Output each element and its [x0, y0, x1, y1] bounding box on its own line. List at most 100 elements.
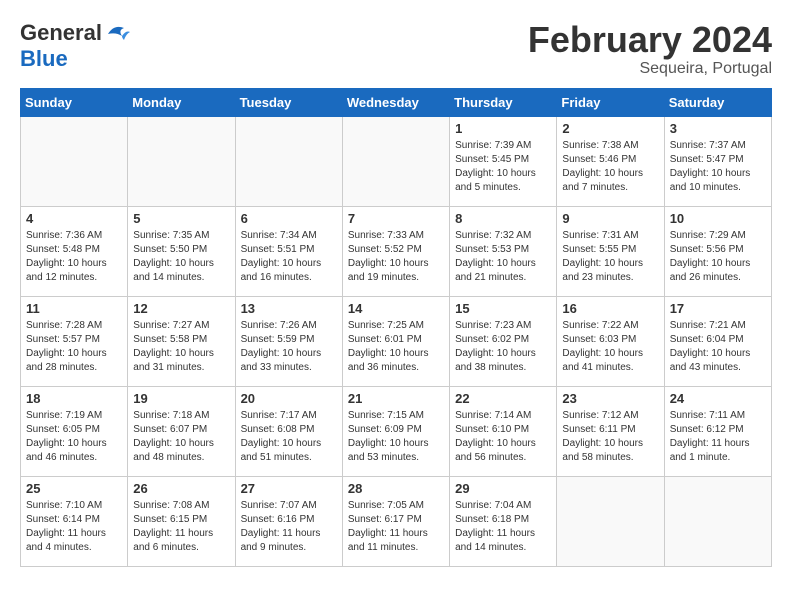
day-info: Sunrise: 7:19 AM Sunset: 6:05 PM Dayligh…: [26, 409, 122, 465]
day-number: 4: [26, 211, 122, 226]
day-number: 16: [562, 301, 658, 316]
day-info: Sunrise: 7:14 AM Sunset: 6:10 PM Dayligh…: [455, 409, 551, 465]
day-number: 21: [348, 391, 444, 406]
calendar-cell: 9 Sunrise: 7:31 AM Sunset: 5:55 PM Daylig…: [557, 206, 664, 296]
day-number: 18: [26, 391, 122, 406]
calendar-cell: 7 Sunrise: 7:33 AM Sunset: 5:52 PM Daylig…: [342, 206, 449, 296]
day-number: 14: [348, 301, 444, 316]
day-number: 29: [455, 481, 551, 496]
calendar-cell: [342, 116, 449, 206]
calendar-cell: 20Sunrise: 7:17 AM Sunset: 6:08 PM Dayli…: [235, 386, 342, 476]
day-number: 8: [455, 211, 551, 226]
calendar-cell: 28 Sunrise: 7:05 AM Sunset: 6:17 PM Dayli…: [342, 476, 449, 566]
calendar-cell: 18 Sunrise: 7:19 AM Sunset: 6:05 PM Dayli…: [21, 386, 128, 476]
calendar-cell: 26 Sunrise: 7:08 AM Sunset: 6:15 PM Dayli…: [128, 476, 235, 566]
day-info: Sunrise: 7:28 AM Sunset: 5:57 PM Dayligh…: [26, 319, 122, 375]
day-info: Sunrise: 7:08 AM Sunset: 6:15 PM Dayligh…: [133, 499, 229, 555]
day-number: 25: [26, 481, 122, 496]
calendar-week-row: 1Sunrise: 7:39 AM Sunset: 5:45 PM Daylig…: [21, 116, 772, 206]
day-info: Sunrise: 7:27 AM Sunset: 5:58 PM Dayligh…: [133, 319, 229, 375]
calendar-cell: 10 Sunrise: 7:29 AM Sunset: 5:56 PM Dayli…: [664, 206, 771, 296]
day-number: 19: [133, 391, 229, 406]
calendar-table: SundayMondayTuesdayWednesdayThursdayFrid…: [20, 88, 772, 567]
day-number: 12: [133, 301, 229, 316]
day-number: 28: [348, 481, 444, 496]
calendar-week-row: 18 Sunrise: 7:19 AM Sunset: 6:05 PM Dayli…: [21, 386, 772, 476]
calendar-cell: 12 Sunrise: 7:27 AM Sunset: 5:58 PM Dayli…: [128, 296, 235, 386]
calendar-week-row: 11 Sunrise: 7:28 AM Sunset: 5:57 PM Dayli…: [21, 296, 772, 386]
day-info: Sunrise: 7:29 AM Sunset: 5:56 PM Dayligh…: [670, 229, 766, 285]
day-info: Sunrise: 7:18 AM Sunset: 6:07 PM Dayligh…: [133, 409, 229, 465]
calendar-cell: 21 Sunrise: 7:15 AM Sunset: 6:09 PM Dayli…: [342, 386, 449, 476]
calendar-cell: 5Sunrise: 7:35 AM Sunset: 5:50 PM Daylig…: [128, 206, 235, 296]
calendar-cell: 29 Sunrise: 7:04 AM Sunset: 6:18 PM Dayli…: [450, 476, 557, 566]
calendar-cell: 27 Sunrise: 7:07 AM Sunset: 6:16 PM Dayli…: [235, 476, 342, 566]
calendar-header-row: SundayMondayTuesdayWednesdayThursdayFrid…: [21, 88, 772, 116]
day-number: 3: [670, 121, 766, 136]
day-info: Sunrise: 7:22 AM Sunset: 6:03 PM Dayligh…: [562, 319, 658, 375]
calendar-cell: 8 Sunrise: 7:32 AM Sunset: 5:53 PM Daylig…: [450, 206, 557, 296]
day-info: Sunrise: 7:31 AM Sunset: 5:55 PM Dayligh…: [562, 229, 658, 285]
day-number: 2: [562, 121, 658, 136]
day-number: 15: [455, 301, 551, 316]
day-info: Sunrise: 7:11 AM Sunset: 6:12 PM Dayligh…: [670, 409, 766, 465]
day-info: Sunrise: 7:07 AM Sunset: 6:16 PM Dayligh…: [241, 499, 337, 555]
col-header-sunday: Sunday: [21, 88, 128, 116]
calendar-cell: 4 Sunrise: 7:36 AM Sunset: 5:48 PM Daylig…: [21, 206, 128, 296]
day-info: Sunrise: 7:23 AM Sunset: 6:02 PM Dayligh…: [455, 319, 551, 375]
day-number: 24: [670, 391, 766, 406]
calendar-title-area: February 2024 Sequeira, Portugal: [528, 20, 772, 78]
logo-blue: Blue: [20, 46, 68, 72]
day-number: 26: [133, 481, 229, 496]
day-info: Sunrise: 7:38 AM Sunset: 5:46 PM Dayligh…: [562, 139, 658, 195]
logo: General Blue: [20, 20, 132, 72]
day-number: 6: [241, 211, 337, 226]
day-number: 20: [241, 391, 337, 406]
calendar-cell: [128, 116, 235, 206]
calendar-cell: 3Sunrise: 7:37 AM Sunset: 5:47 PM Daylig…: [664, 116, 771, 206]
logo-bird-icon: [104, 22, 132, 44]
day-number: 10: [670, 211, 766, 226]
day-info: Sunrise: 7:34 AM Sunset: 5:51 PM Dayligh…: [241, 229, 337, 285]
calendar-week-row: 25 Sunrise: 7:10 AM Sunset: 6:14 PM Dayli…: [21, 476, 772, 566]
col-header-tuesday: Tuesday: [235, 88, 342, 116]
calendar-cell: 14Sunrise: 7:25 AM Sunset: 6:01 PM Dayli…: [342, 296, 449, 386]
col-header-monday: Monday: [128, 88, 235, 116]
day-number: 7: [348, 211, 444, 226]
day-info: Sunrise: 7:33 AM Sunset: 5:52 PM Dayligh…: [348, 229, 444, 285]
calendar-cell: 25 Sunrise: 7:10 AM Sunset: 6:14 PM Dayli…: [21, 476, 128, 566]
day-number: 11: [26, 301, 122, 316]
calendar-cell: 11 Sunrise: 7:28 AM Sunset: 5:57 PM Dayli…: [21, 296, 128, 386]
calendar-cell: [664, 476, 771, 566]
calendar-title: February 2024: [528, 20, 772, 60]
calendar-cell: 1Sunrise: 7:39 AM Sunset: 5:45 PM Daylig…: [450, 116, 557, 206]
day-info: Sunrise: 7:10 AM Sunset: 6:14 PM Dayligh…: [26, 499, 122, 555]
day-info: Sunrise: 7:04 AM Sunset: 6:18 PM Dayligh…: [455, 499, 551, 555]
calendar-subtitle: Sequeira, Portugal: [528, 60, 772, 78]
calendar-cell: 19 Sunrise: 7:18 AM Sunset: 6:07 PM Dayli…: [128, 386, 235, 476]
day-number: 23: [562, 391, 658, 406]
calendar-cell: 13Sunrise: 7:26 AM Sunset: 5:59 PM Dayli…: [235, 296, 342, 386]
day-number: 9: [562, 211, 658, 226]
calendar-cell: 15 Sunrise: 7:23 AM Sunset: 6:02 PM Dayli…: [450, 296, 557, 386]
calendar-cell: 24 Sunrise: 7:11 AM Sunset: 6:12 PM Dayli…: [664, 386, 771, 476]
day-info: Sunrise: 7:12 AM Sunset: 6:11 PM Dayligh…: [562, 409, 658, 465]
calendar-cell: 22 Sunrise: 7:14 AM Sunset: 6:10 PM Dayli…: [450, 386, 557, 476]
logo-general: General: [20, 20, 102, 46]
col-header-friday: Friday: [557, 88, 664, 116]
calendar-cell: [235, 116, 342, 206]
calendar-cell: 2 Sunrise: 7:38 AM Sunset: 5:46 PM Daylig…: [557, 116, 664, 206]
day-info: Sunrise: 7:39 AM Sunset: 5:45 PM Dayligh…: [455, 139, 551, 195]
page-header: General Blue February 2024 Sequeira, Por…: [20, 20, 772, 78]
day-info: Sunrise: 7:05 AM Sunset: 6:17 PM Dayligh…: [348, 499, 444, 555]
day-info: Sunrise: 7:15 AM Sunset: 6:09 PM Dayligh…: [348, 409, 444, 465]
day-info: Sunrise: 7:35 AM Sunset: 5:50 PM Dayligh…: [133, 229, 229, 285]
day-info: Sunrise: 7:32 AM Sunset: 5:53 PM Dayligh…: [455, 229, 551, 285]
day-info: Sunrise: 7:26 AM Sunset: 5:59 PM Dayligh…: [241, 319, 337, 375]
day-info: Sunrise: 7:36 AM Sunset: 5:48 PM Dayligh…: [26, 229, 122, 285]
day-info: Sunrise: 7:21 AM Sunset: 6:04 PM Dayligh…: [670, 319, 766, 375]
calendar-week-row: 4 Sunrise: 7:36 AM Sunset: 5:48 PM Daylig…: [21, 206, 772, 296]
col-header-saturday: Saturday: [664, 88, 771, 116]
day-number: 22: [455, 391, 551, 406]
day-number: 27: [241, 481, 337, 496]
